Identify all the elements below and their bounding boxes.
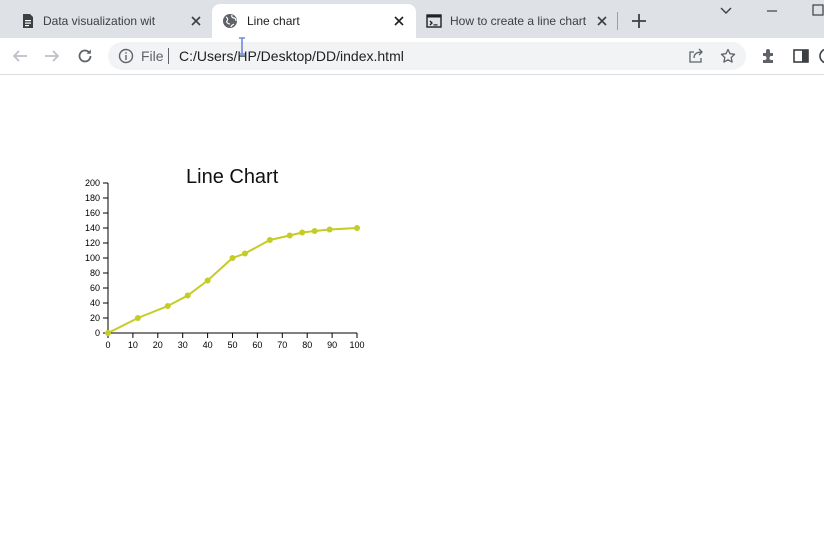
x-tick-label: 10: [128, 340, 138, 350]
x-tick-label: 100: [349, 340, 364, 350]
document-icon: [23, 14, 33, 28]
globe-icon: [223, 14, 237, 28]
extensions-puzzle-icon[interactable]: [760, 47, 778, 65]
data-point: [311, 228, 318, 234]
share-icon[interactable]: [688, 48, 704, 64]
x-tick-label: 40: [203, 340, 213, 350]
minimize-icon[interactable]: [764, 3, 780, 19]
y-tick-label: 0: [95, 328, 100, 338]
tab-line-chart[interactable]: Line chart: [212, 4, 416, 38]
profile-icon[interactable]: [818, 47, 824, 65]
data-point: [105, 330, 111, 336]
x-tick-label: 0: [105, 340, 110, 350]
y-tick-label: 60: [90, 283, 100, 293]
tab-title: Data visualization with D3: [43, 14, 155, 28]
info-icon[interactable]: [118, 48, 134, 64]
data-point: [241, 250, 248, 257]
data-point: [164, 303, 171, 309]
data-point: [326, 226, 333, 233]
x-tick-label: 60: [252, 340, 262, 350]
tab-title: How to create a line chart: [450, 14, 586, 28]
series-line: [107, 227, 358, 334]
address-divider: [168, 48, 169, 64]
data-point: [134, 315, 141, 321]
close-icon[interactable]: [188, 13, 204, 29]
data-point: [266, 237, 273, 243]
y-tick-label: 40: [90, 298, 100, 308]
url-text[interactable]: C:/Users/HP/Desktop/DD/index.html: [179, 48, 404, 64]
tab-separator: [617, 12, 618, 30]
y-axis: 0 20 40 60 80 100 120 140 160 180 200: [85, 178, 109, 338]
data-point: [184, 292, 191, 299]
data-point: [204, 277, 211, 284]
back-arrow-icon[interactable]: [11, 47, 29, 65]
y-tick-label: 180: [85, 193, 100, 203]
series-layer: [105, 225, 360, 336]
reload-icon[interactable]: [76, 47, 94, 65]
address-bar[interactable]: File C:/Users/HP/Desktop/DD/index.html: [108, 42, 746, 70]
maximize-icon[interactable]: [810, 3, 824, 19]
tab-title: Line chart: [247, 14, 300, 28]
side-panel-icon[interactable]: [792, 47, 810, 65]
y-tick-label: 120: [85, 238, 100, 248]
data-point: [286, 232, 293, 239]
y-tick-label: 80: [90, 268, 100, 278]
y-tick-label: 100: [85, 253, 100, 263]
x-tick-label: 50: [227, 340, 237, 350]
x-tick-label: 20: [153, 340, 163, 350]
y-tick-label: 160: [85, 208, 100, 218]
x-tick-label: 70: [277, 340, 287, 350]
line-chart: Line Chart 020406080100120140160180200 0…: [85, 166, 365, 350]
data-point: [354, 225, 360, 231]
chart-title: Line Chart: [186, 166, 279, 188]
x-tick-label: 30: [178, 340, 188, 350]
tab-how-to-create[interactable]: How to create a line chart: [416, 4, 616, 38]
y-tick-label: 200: [85, 178, 100, 188]
x-tick-label: 90: [327, 340, 337, 350]
tab-strip: Data visualization with D3 Line chart: [0, 0, 824, 38]
data-point: [299, 229, 306, 236]
tab-data-visualization[interactable]: Data visualization with D3: [10, 4, 210, 38]
close-icon[interactable]: [594, 13, 610, 29]
bookmark-star-icon[interactable]: [720, 48, 736, 64]
y-tick-label: 20: [90, 313, 100, 323]
close-icon[interactable]: [391, 13, 407, 29]
url-scheme-label: File: [141, 48, 164, 64]
browser-window: Data visualization with D3 Line chart: [0, 0, 824, 541]
browser-toolbar: File C:/Users/HP/Desktop/DD/index.html: [0, 38, 824, 75]
terminal-icon: [426, 14, 442, 28]
x-tick-label: 80: [302, 340, 312, 350]
page-content: Line Chart 0 20 40 60 80 100 120 140 160 180 200 0…: [0, 75, 824, 541]
x-axis: 0 10 20 30 40 50 60 70 80 90 100: [105, 332, 365, 350]
tab-search-icon[interactable]: [718, 3, 734, 19]
text-cursor-icon: [239, 37, 245, 55]
y-tick-label: 140: [85, 223, 100, 233]
new-tab-icon[interactable]: [630, 12, 648, 30]
data-point: [229, 255, 236, 261]
forward-arrow-icon[interactable]: [43, 47, 61, 65]
